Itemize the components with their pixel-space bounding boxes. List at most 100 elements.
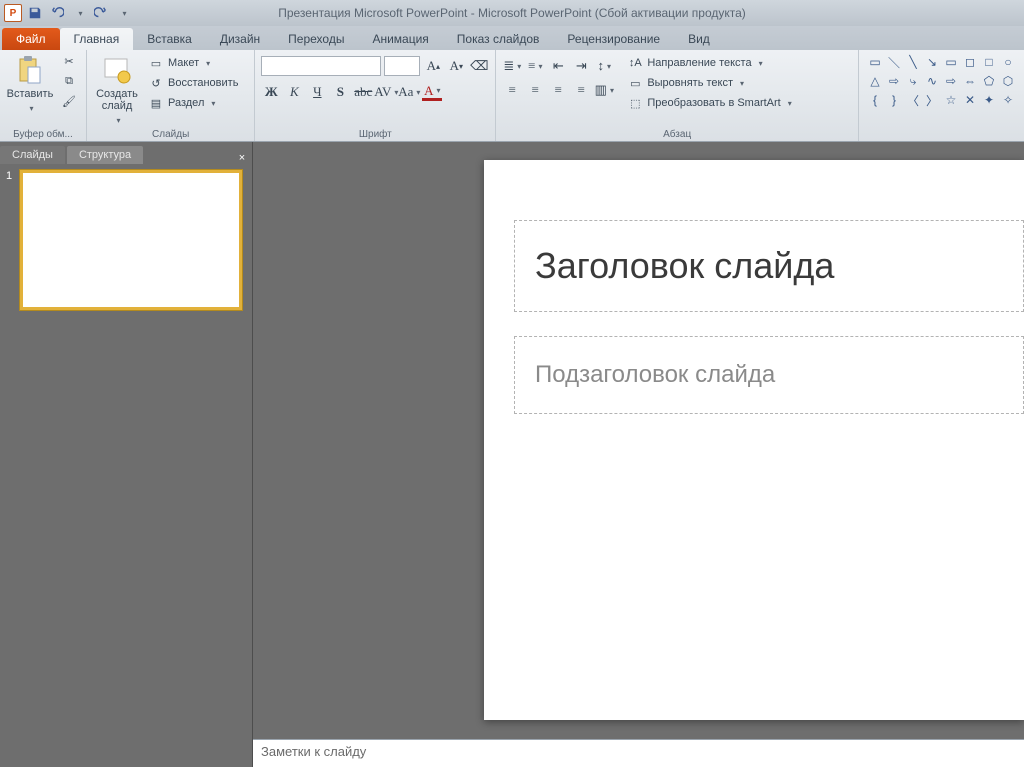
convert-smartart-button[interactable]: ⬚ Преобразовать в SmartArt xyxy=(624,94,794,112)
tab-view[interactable]: Вид xyxy=(674,28,724,50)
clear-format-button[interactable]: ⌫ xyxy=(469,56,489,76)
subtitle-text: Подзаголовок слайда xyxy=(535,361,1003,389)
tab-outline[interactable]: Структура xyxy=(67,146,143,164)
text-direction-icon: ↕A xyxy=(627,55,643,71)
undo-icon[interactable] xyxy=(48,4,66,22)
shape-triangle-icon[interactable]: △ xyxy=(867,73,883,89)
tab-home[interactable]: Главная xyxy=(60,28,134,50)
section-button[interactable]: ▤ Раздел xyxy=(145,94,241,112)
tab-review[interactable]: Рецензирование xyxy=(553,28,674,50)
align-left-button[interactable]: ≡ xyxy=(502,80,522,100)
shape-curve-icon[interactable]: ∿ xyxy=(924,73,940,89)
paste-dropdown-icon[interactable] xyxy=(26,102,33,114)
group-clipboard-label: Буфер обм... xyxy=(6,128,80,140)
slide[interactable]: Заголовок слайда Подзаголовок слайда xyxy=(484,160,1024,720)
shape-star-icon[interactable]: ☆ xyxy=(943,92,959,108)
text-direction-button[interactable]: ↕A Направление текста xyxy=(624,54,794,72)
slide-number: 1 xyxy=(6,170,16,310)
change-case-button[interactable]: Aa xyxy=(399,82,419,102)
workspace: Слайды Структура × 1 Заголовок слайда По… xyxy=(0,142,1024,767)
save-icon[interactable] xyxy=(26,4,44,22)
paste-label: Вставить xyxy=(7,88,54,100)
redo-icon[interactable] xyxy=(92,4,110,22)
thumbnail-preview[interactable] xyxy=(20,170,242,310)
tab-design[interactable]: Дизайн xyxy=(206,28,274,50)
tab-file[interactable]: Файл xyxy=(2,28,60,50)
strike-button[interactable]: abc xyxy=(353,82,373,102)
font-color-button[interactable]: A xyxy=(422,83,442,101)
app-icon[interactable]: P xyxy=(4,4,22,22)
shape-oval-icon[interactable]: ○ xyxy=(1000,54,1016,70)
tab-animation[interactable]: Анимация xyxy=(358,28,442,50)
shape-bracket-icon[interactable]: 〈 xyxy=(905,92,921,108)
slide-thumbnail[interactable]: 1 xyxy=(6,170,246,310)
slide-canvas[interactable]: Заголовок слайда Подзаголовок слайда xyxy=(253,142,1024,739)
shape-line2-icon[interactable]: ╲ xyxy=(905,54,921,70)
tab-slides[interactable]: Слайды xyxy=(0,146,65,164)
justify-button[interactable]: ≡ xyxy=(571,80,591,100)
font-name-select[interactable] xyxy=(261,56,381,76)
notes-pane[interactable]: Заметки к слайду xyxy=(253,739,1024,767)
new-slide-dropdown-icon[interactable] xyxy=(113,114,120,126)
copy-button[interactable]: ⧉ xyxy=(58,72,80,90)
shape-textbox-icon[interactable]: ▭ xyxy=(867,54,883,70)
group-slides-label: Слайды xyxy=(93,128,248,140)
scissors-icon: ✂ xyxy=(61,53,77,69)
shape-brace2-icon[interactable]: } xyxy=(886,92,902,108)
shape-pent-icon[interactable]: ⬠ xyxy=(981,73,997,89)
italic-button[interactable]: К xyxy=(284,82,304,102)
columns-button[interactable]: ▥ xyxy=(594,80,614,100)
increase-indent-button[interactable]: ⇥ xyxy=(571,56,591,76)
group-paragraph: ≣ ≡ ⇤ ⇥ ↕ ≡ ≡ ≡ ≡ ▥ ↕A Направление текст xyxy=(496,50,859,141)
shape-arrow-icon[interactable]: ⇨ xyxy=(886,73,902,89)
decrease-indent-button[interactable]: ⇤ xyxy=(548,56,568,76)
bold-button[interactable]: Ж xyxy=(261,82,281,102)
cut-button[interactable]: ✂ xyxy=(58,52,80,70)
line-spacing-button[interactable]: ↕ xyxy=(594,56,614,76)
char-spacing-button[interactable]: AV xyxy=(376,82,396,102)
shape-bracket2-icon[interactable]: 〉 xyxy=(924,92,940,108)
undo-dropdown-icon[interactable] xyxy=(70,4,88,22)
format-painter-button[interactable]: 🖌 xyxy=(58,92,80,110)
shadow-button[interactable]: S xyxy=(330,82,350,102)
shapes-palette[interactable]: ▭ ＼ ╲ ↘ ▭ ◻ □ ○ △ ⇨ ⤷ ∿ ⇨ ⇔ ⬠ ⬡ { } 〈 〉 xyxy=(865,52,1018,110)
bullets-button[interactable]: ≣ xyxy=(502,56,522,76)
qat-customize-icon[interactable] xyxy=(114,4,132,22)
underline-button[interactable]: Ч xyxy=(307,82,327,102)
shape-brace-icon[interactable]: { xyxy=(867,92,883,108)
eraser-icon: ⌫ xyxy=(470,58,488,74)
shape-elbow-icon[interactable]: ⤷ xyxy=(905,73,921,89)
shape-roundrect-icon[interactable]: ◻ xyxy=(962,54,978,70)
shape-star5-icon[interactable]: ✧ xyxy=(1000,92,1016,108)
align-text-button[interactable]: ▭ Выровнять текст xyxy=(624,74,794,92)
align-text-icon: ▭ xyxy=(627,75,643,91)
layout-button[interactable]: ▭ Макет xyxy=(145,54,241,72)
shape-x-icon[interactable]: ✕ xyxy=(962,92,978,108)
close-pane-button[interactable]: × xyxy=(232,152,252,164)
increase-font-button[interactable]: A▴ xyxy=(423,56,443,76)
shape-arrowright-icon[interactable]: ⇨ xyxy=(943,73,959,89)
tab-insert[interactable]: Вставка xyxy=(133,28,206,50)
decrease-font-button[interactable]: A▾ xyxy=(446,56,466,76)
align-right-button[interactable]: ≡ xyxy=(548,80,568,100)
tab-transitions[interactable]: Переходы xyxy=(274,28,358,50)
new-slide-button[interactable]: Создать слайд xyxy=(93,52,141,126)
new-slide-icon xyxy=(101,54,133,86)
shape-star4-icon[interactable]: ✦ xyxy=(981,92,997,108)
shape-hex-icon[interactable]: ⬡ xyxy=(1000,73,1016,89)
shape-line-icon[interactable]: ＼ xyxy=(886,54,902,70)
shape-doublearrow-icon[interactable]: ⇔ xyxy=(962,73,978,89)
copy-icon: ⧉ xyxy=(61,73,77,89)
reset-button[interactable]: ↺ Восстановить xyxy=(145,74,241,92)
paste-button[interactable]: Вставить xyxy=(6,52,54,114)
shape-connector-icon[interactable]: ↘ xyxy=(924,54,940,70)
shape-square-icon[interactable]: □ xyxy=(981,54,997,70)
numbering-button[interactable]: ≡ xyxy=(525,56,545,76)
title-placeholder[interactable]: Заголовок слайда xyxy=(514,220,1024,312)
font-size-select[interactable] xyxy=(384,56,420,76)
new-slide-label: Создать слайд xyxy=(96,88,138,112)
shape-rect-icon[interactable]: ▭ xyxy=(943,54,959,70)
align-center-button[interactable]: ≡ xyxy=(525,80,545,100)
subtitle-placeholder[interactable]: Подзаголовок слайда xyxy=(514,336,1024,414)
tab-slideshow[interactable]: Показ слайдов xyxy=(443,28,554,50)
